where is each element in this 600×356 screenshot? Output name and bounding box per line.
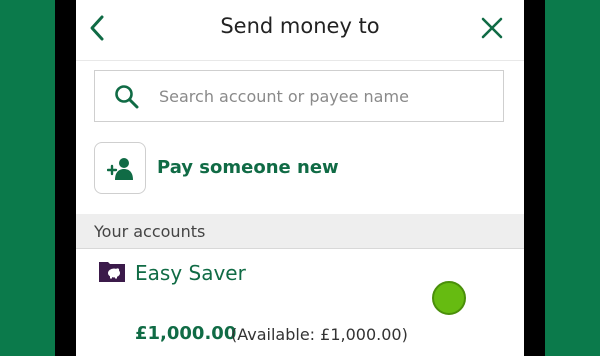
header: Send money to — [76, 0, 524, 61]
piggy-bank-icon — [99, 262, 125, 282]
search-input[interactable] — [159, 71, 494, 121]
close-icon — [481, 17, 503, 39]
section-header: Your accounts — [76, 214, 524, 249]
pay-someone-new-label: Pay someone new — [157, 157, 339, 178]
add-user-icon-box[interactable] — [94, 142, 146, 194]
section-label: Your accounts — [94, 222, 206, 241]
search-box — [94, 70, 504, 122]
add-user-icon — [107, 158, 133, 180]
pay-someone-new-button[interactable]: Pay someone new — [94, 142, 394, 196]
close-button[interactable] — [476, 12, 508, 44]
page-title: Send money to — [220, 14, 380, 38]
account-balance: £1,000.00 — [135, 323, 237, 344]
touch-indicator — [432, 281, 466, 315]
account-available-balance: (Available: £1,000.00) — [231, 325, 408, 344]
account-name: Easy Saver — [135, 261, 246, 285]
search-icon — [115, 85, 139, 109]
